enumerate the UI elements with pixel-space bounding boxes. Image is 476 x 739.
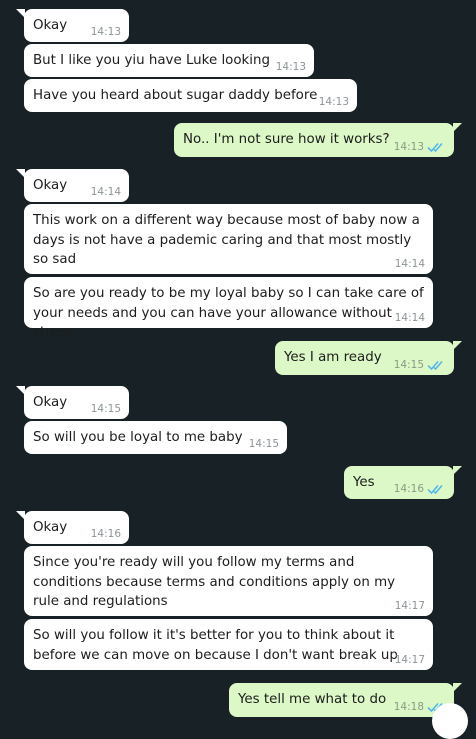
message-bubble-incoming[interactable]: So are you ready to be my loyal baby so … [24, 277, 433, 340]
message-bubble-incoming[interactable]: So will you follow it it's better for yo… [24, 619, 433, 670]
message-bubble-incoming[interactable]: This work on a different way because mos… [24, 204, 433, 274]
message-bubble-incoming[interactable]: But I like you yiu have Luke looking 14:… [24, 44, 314, 77]
scroll-down-button[interactable] [432, 703, 468, 739]
message-text: But I like you yiu have Luke looking [33, 53, 271, 68]
double-check-icon [427, 485, 443, 495]
message-text: So will you be loyal to me baby [33, 430, 243, 445]
message-time: 14:18 [393, 701, 424, 713]
message-bubble-incoming[interactable]: Since you're ready will you follow my te… [24, 546, 433, 616]
message-time: 14:17 [394, 654, 425, 666]
message-bubble-incoming[interactable]: Okay 14:14 [16, 169, 129, 202]
message-time: 14:14 [90, 186, 121, 198]
message-time: 14:15 [248, 438, 279, 450]
double-check-icon [427, 361, 443, 371]
message-text: Have you heard about sugar daddy before [33, 88, 318, 103]
message-bubble-incoming[interactable]: Okay 14:16 [16, 511, 129, 544]
message-text: So are you ready to be my loyal baby so … [33, 286, 424, 340]
message-text: Since you're ready will you follow my te… [33, 555, 396, 609]
message-time: 14:14 [394, 258, 425, 270]
message-time: 14:14 [394, 312, 425, 324]
message-text: This work on a different way because mos… [33, 213, 420, 267]
double-check-icon [427, 143, 443, 153]
message-bubble-outgoing[interactable]: Yes 14:16 [344, 466, 462, 499]
message-text: So will you follow it it's better for yo… [33, 628, 398, 663]
message-bubble-outgoing[interactable]: No.. I'm not sure how it works? 14:13 [174, 123, 462, 157]
message-bubble-outgoing[interactable]: Yes I am ready 14:15 [275, 341, 462, 375]
message-bubble-incoming[interactable]: So will you be loyal to me baby 14:15 [24, 421, 287, 454]
message-time: 14:17 [394, 600, 425, 612]
message-bubble-incoming[interactable]: Okay 14:15 [16, 386, 129, 419]
message-bubble-incoming[interactable]: Have you heard about sugar daddy before … [24, 79, 357, 112]
message-time: 14:13 [90, 26, 121, 38]
message-time: 14:13 [275, 61, 306, 73]
message-time: 14:13 [318, 96, 349, 108]
message-time: 14:15 [393, 359, 424, 371]
message-time: 14:13 [393, 141, 424, 153]
message-time: 14:16 [90, 528, 121, 540]
message-time: 14:15 [90, 403, 121, 415]
message-bubble-incoming[interactable]: Okay 14:13 [16, 9, 129, 42]
message-time: 14:16 [393, 483, 424, 495]
message-bubble-outgoing[interactable]: Yes tell me what to do 14:18 [229, 683, 462, 717]
